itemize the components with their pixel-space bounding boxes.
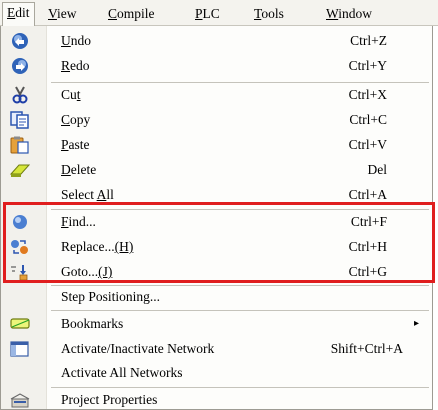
redo-icon (9, 57, 31, 75)
menu-compile[interactable]: Compile (108, 5, 155, 22)
menu-window-label: indow (338, 6, 372, 21)
undo-icon (9, 32, 31, 50)
menu-edit[interactable]: Edit (2, 2, 35, 26)
menu-window-mnemonic: W (326, 6, 339, 21)
shortcut-text: Ctrl+V (348, 137, 387, 152)
menu-compile-mnemonic: C (108, 6, 118, 21)
menu-view-label: iew (56, 6, 77, 21)
menu-window[interactable]: Window (326, 5, 372, 22)
menu-view[interactable]: View (48, 5, 76, 22)
shortcut-text: Ctrl+X (348, 87, 387, 102)
shortcut-text: Del (367, 162, 388, 177)
menu-edit-label: dit (15, 5, 30, 20)
eraser-icon (9, 161, 31, 179)
properties-icon (9, 391, 31, 409)
menu-plc-mnemonic: P (195, 6, 203, 21)
menu-separator (51, 310, 429, 311)
menu-item-label: Activate All Networks (61, 365, 183, 380)
highlight-box (3, 202, 435, 283)
menu-item-label: Project Properties (61, 392, 158, 407)
menu-item-redo[interactable]: Redo Ctrl+Y (1, 54, 433, 78)
menu-item-label: Redo (61, 58, 90, 73)
menu-plc[interactable]: PLC (195, 5, 220, 22)
menu-item-undo[interactable]: Undo Ctrl+Z (1, 29, 433, 53)
menu-tools[interactable]: Tools (254, 5, 284, 22)
menu-item-label: Bookmarks (61, 316, 124, 331)
menu-item-activate-all-networks[interactable]: Activate All Networks (1, 361, 433, 385)
menu-item-bookmarks[interactable]: Bookmarks ▸ (1, 312, 433, 336)
menu-item-label: Activate/Inactivate Network (61, 341, 215, 356)
menu-compile-label: ompile (117, 6, 155, 21)
menu-tools-label: ools (261, 6, 284, 21)
menu-item-label: Delete (61, 162, 97, 177)
network-icon (9, 340, 31, 358)
menu-item-project-properties[interactable]: Project Properties (1, 388, 433, 410)
menu-item-copy[interactable]: Copy Ctrl+C (1, 108, 433, 132)
bookmark-icon (9, 315, 31, 333)
menu-item-activate-inactivate-network[interactable]: Activate/Inactivate Network Shift+Ctrl+A (1, 337, 433, 361)
shortcut-text: Ctrl+Y (348, 58, 387, 73)
menu-item-label: Undo (61, 33, 91, 48)
submenu-arrow-icon: ▸ (413, 318, 419, 329)
menu-item-label: Copy (61, 112, 91, 127)
shortcut-text: Ctrl+C (349, 112, 387, 127)
menu-item-label: Paste (61, 137, 90, 152)
menu-item-label: Step Positioning... (61, 289, 161, 304)
menu-item-cut[interactable]: Cut Ctrl+X (1, 83, 433, 107)
shortcut-text: Shift+Ctrl+A (330, 341, 403, 356)
menu-view-mnemonic: V (48, 6, 57, 21)
menu-item-paste[interactable]: Paste Ctrl+V (1, 133, 433, 157)
menu-item-delete[interactable]: Delete Del (1, 158, 433, 182)
scissors-icon (9, 86, 31, 104)
paste-icon (9, 136, 31, 154)
menu-item-step-positioning[interactable]: Step Positioning... (1, 285, 433, 309)
menu-plc-label: LC (202, 6, 220, 21)
copy-icon (9, 111, 31, 129)
menu-edit-mnemonic: E (7, 5, 16, 20)
menu-item-label: Cut (61, 87, 81, 102)
menu-bar: Edit View Compile PLC Tools Window (0, 0, 438, 26)
shortcut-text: Ctrl+Z (350, 33, 387, 48)
